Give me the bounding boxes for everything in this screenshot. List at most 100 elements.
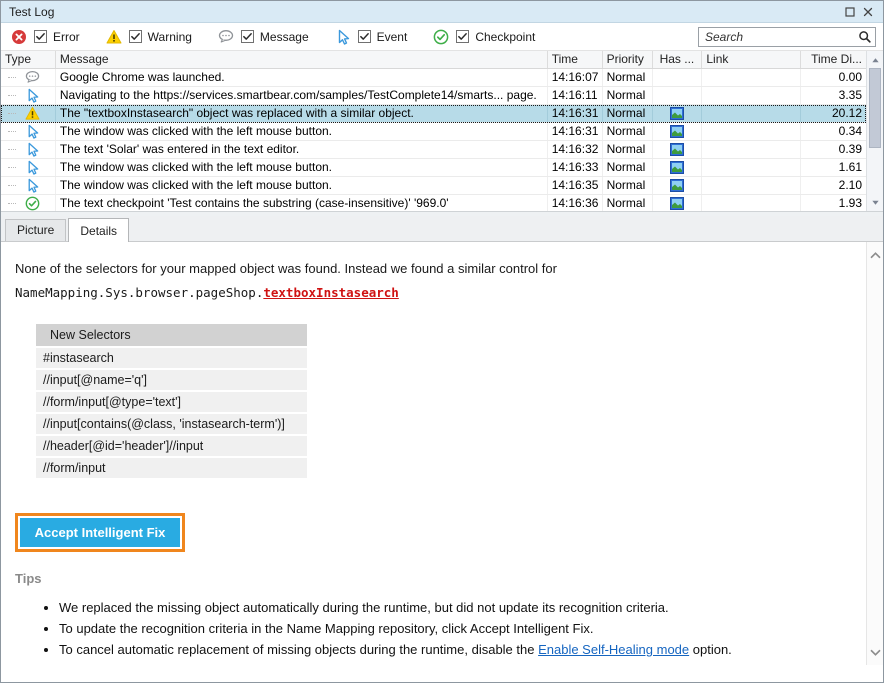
log-time: 14:16:07 [548,69,603,86]
title-bar: Test Log [1,1,883,23]
search-input[interactable] [699,29,855,45]
column-header-message[interactable]: Message [56,51,548,68]
log-time-diff: 1.61 [801,159,866,176]
tree-connector [1,105,18,122]
log-time: 14:16:35 [548,177,603,194]
mapping-path: NameMapping.Sys.browser.pageShop.textbox… [15,285,854,300]
column-header-priority[interactable]: Priority [603,51,653,68]
scroll-up-icon[interactable] [867,52,883,68]
tree-connector [1,87,18,104]
log-link [702,177,801,194]
log-priority: Normal [603,105,653,122]
picture-icon [670,125,684,138]
log-time-diff: 0.34 [801,123,866,140]
details-scrollbar[interactable] [866,242,883,665]
log-time-diff: 20.12 [801,105,866,122]
log-priority: Normal [603,159,653,176]
table-row-selected[interactable]: The "textboxInstasearch" object was repl… [1,105,866,123]
table-row[interactable]: The text 'Solar' was entered in the text… [1,141,866,159]
event-icon [25,160,40,175]
warning-checkbox[interactable] [129,30,142,43]
table-row[interactable]: The text checkpoint 'Test contains the s… [1,195,866,212]
message-checkbox[interactable] [241,30,254,43]
log-table-header: Type Message Time Priority Has ... Link … [1,51,866,69]
filter-label: Warning [148,30,192,44]
selector-row[interactable]: //input[contains(@class, 'instasearch-te… [36,414,307,434]
log-time-diff: 0.39 [801,141,866,158]
tip-item: To update the recognition criteria in th… [59,618,854,639]
log-message: The "textboxInstasearch" object was repl… [56,105,548,122]
filter-label: Checkpoint [475,30,535,44]
table-row[interactable]: Google Chrome was launched. 14:16:07 Nor… [1,69,866,87]
selector-row[interactable]: //header[@id='header']//input [36,436,307,456]
column-header-time-diff[interactable]: Time Di... [801,51,866,68]
selectors-table-header: New Selectors [36,324,307,346]
table-row[interactable]: The window was clicked with the left mou… [1,177,866,195]
column-header-time[interactable]: Time [548,51,603,68]
picture-icon [670,179,684,192]
tree-connector [1,69,18,86]
event-checkbox[interactable] [358,30,371,43]
log-priority: Normal [603,141,653,158]
checkpoint-checkbox[interactable] [456,30,469,43]
search-icon[interactable] [855,30,875,44]
table-row[interactable]: Navigating to the https://services.smart… [1,87,866,105]
new-selectors-table: New Selectors #instasearch //input[@name… [36,324,307,478]
log-time-diff: 1.93 [801,195,866,212]
details-intro: None of the selectors for your mapped ob… [15,261,854,276]
log-time: 14:16:32 [548,141,603,158]
accept-intelligent-fix-button[interactable]: Accept Intelligent Fix [20,518,180,547]
error-checkbox[interactable] [34,30,47,43]
log-link [702,159,801,176]
selector-row[interactable]: //form/input[@type='text'] [36,392,307,412]
maximize-button[interactable] [841,4,859,20]
log-time: 14:16:11 [548,87,603,104]
log-priority: Normal [603,69,653,86]
chevron-up-icon[interactable] [867,246,883,264]
filter-error: Error [11,29,80,45]
tree-connector [1,159,18,176]
filter-checkpoint: Checkpoint [433,29,535,45]
log-link [702,69,801,86]
column-header-has-picture[interactable]: Has ... [653,51,703,68]
selector-row[interactable]: //input[@name='q'] [36,370,307,390]
table-row[interactable]: The window was clicked with the left mou… [1,123,866,141]
search-box [698,27,876,47]
log-priority: Normal [603,123,653,140]
tree-connector [1,141,18,158]
tab-details[interactable]: Details [68,218,129,242]
column-header-type[interactable]: Type [1,51,56,68]
chevron-down-icon[interactable] [867,643,883,661]
log-has-picture [653,123,703,140]
log-scrollbar[interactable] [866,51,883,211]
column-header-link[interactable]: Link [702,51,801,68]
filter-label: Error [53,30,80,44]
log-message: The text 'Solar' was entered in the text… [56,141,548,158]
log-link [702,141,801,158]
log-message: The window was clicked with the left mou… [56,159,548,176]
log-time: 14:16:31 [548,123,603,140]
close-button[interactable] [859,4,877,20]
details-panel: None of the selectors for your mapped ob… [1,242,883,665]
filter-warning: Warning [106,29,192,45]
scroll-down-icon[interactable] [867,194,883,210]
filter-label: Event [377,30,408,44]
event-icon [25,178,40,193]
selector-row[interactable]: #instasearch [36,348,307,368]
learn-more-link[interactable]: Learn more [59,663,125,665]
log-message: Navigating to the https://services.smart… [56,87,548,104]
event-icon [335,29,351,45]
picture-icon [670,161,684,174]
log-priority: Normal [603,87,653,104]
tree-connector [1,123,18,140]
enable-self-healing-link[interactable]: Enable Self-Healing mode [538,642,689,657]
log-message: The window was clicked with the left mou… [56,123,548,140]
log-table: Type Message Time Priority Has ... Link … [1,51,883,212]
log-has-picture [653,195,703,212]
log-has-picture [653,105,703,122]
table-row[interactable]: The window was clicked with the left mou… [1,159,866,177]
mapping-object-link[interactable]: textboxInstasearch [263,285,398,300]
selector-row[interactable]: //form/input [36,458,307,478]
scrollbar-thumb[interactable] [869,68,881,148]
tab-picture[interactable]: Picture [5,219,66,241]
